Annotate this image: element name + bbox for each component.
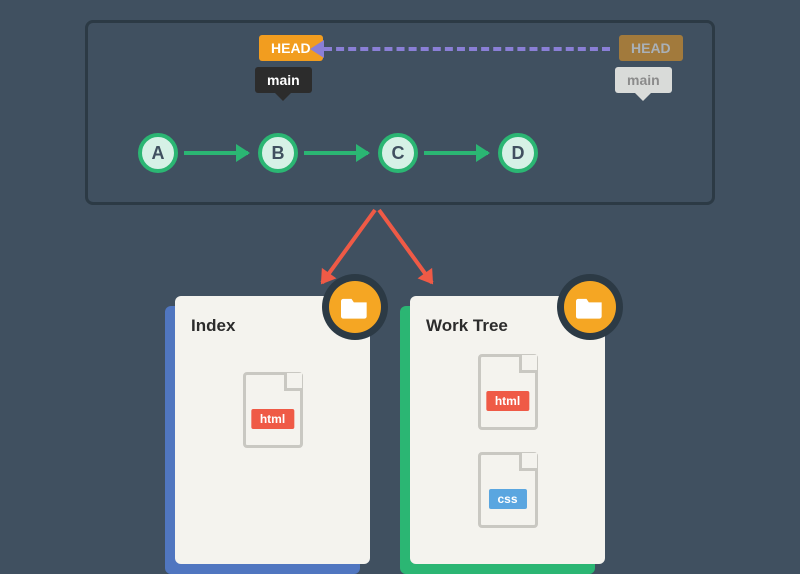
head-label-ghost: HEAD <box>619 35 683 61</box>
arrow-head-moved <box>324 47 610 51</box>
commit-node-d: D <box>498 133 538 173</box>
head-label-ghost-text: HEAD <box>631 40 671 56</box>
file-html: html <box>243 372 303 448</box>
commit-node-c: C <box>378 133 418 173</box>
branch-label-active: main <box>255 67 312 93</box>
arrow-b-to-index <box>320 209 376 284</box>
head-label-text: HEAD <box>271 40 311 56</box>
file-label-html: html <box>486 391 529 411</box>
index-card: Index html <box>175 296 370 564</box>
arrow-a-to-b <box>184 151 248 155</box>
worktree-card: Work Tree html css <box>410 296 605 564</box>
arrow-c-to-d <box>424 151 488 155</box>
branch-label-ghost: main <box>615 67 672 93</box>
branch-label-text: main <box>267 72 300 88</box>
folder-icon <box>557 274 623 340</box>
commit-node-a: A <box>138 133 178 173</box>
branch-label-ghost-text: main <box>627 72 660 88</box>
file-html: html <box>478 354 538 430</box>
arrow-b-to-worktree <box>377 209 433 284</box>
folder-icon <box>322 274 388 340</box>
commit-history-box: HEAD main HEAD main A B C D <box>85 20 715 205</box>
file-label-html: html <box>251 409 294 429</box>
commit-node-b: B <box>258 133 298 173</box>
file-label-css: css <box>488 489 526 509</box>
arrow-b-to-c <box>304 151 368 155</box>
file-css: css <box>478 452 538 528</box>
